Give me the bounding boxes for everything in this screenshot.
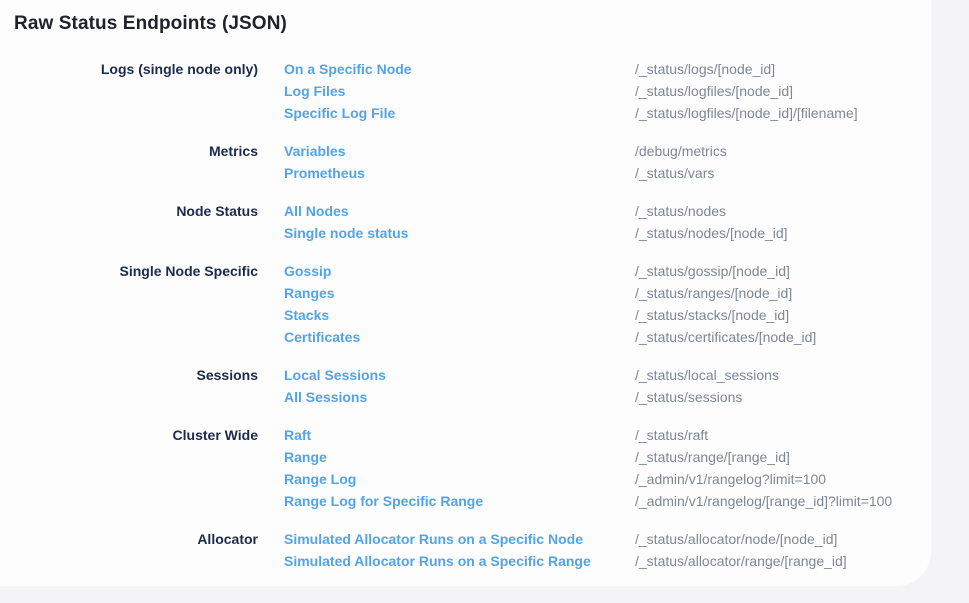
paths-column: /_status/raft/_status/range/[range_id]/_… [635, 424, 931, 512]
links-column: All NodesSingle node status [284, 200, 609, 244]
endpoint-groups: Logs (single node only) On a Specific Nod… [0, 58, 931, 572]
endpoint-path: /debug/metrics [635, 140, 931, 162]
endpoint-path: /_status/sessions [635, 386, 931, 408]
category-label: Node Status [0, 200, 258, 244]
links-column: On a Specific NodeLog FilesSpecific Log … [284, 58, 609, 124]
endpoint-link[interactable]: Range Log [284, 468, 609, 490]
category-label: Sessions [0, 364, 258, 408]
endpoint-link[interactable]: Variables [284, 140, 609, 162]
endpoint-path: /_admin/v1/rangelog/[range_id]?limit=100 [635, 490, 931, 512]
endpoint-link[interactable]: Range Log for Specific Range [284, 490, 609, 512]
endpoint-link[interactable]: Single node status [284, 222, 609, 244]
endpoint-path: /_status/logs/[node_id] [635, 58, 931, 80]
endpoint-path: /_admin/v1/rangelog?limit=100 [635, 468, 931, 490]
endpoint-link[interactable]: Specific Log File [284, 102, 609, 124]
endpoint-path: /_status/logfiles/[node_id]/[filename] [635, 102, 931, 124]
endpoint-group: Metrics VariablesPrometheus/debug/metrics… [0, 140, 931, 184]
endpoint-path: /_status/gossip/[node_id] [635, 260, 931, 282]
endpoint-path: /_status/allocator/node/[node_id] [635, 528, 931, 550]
paths-column: /_status/gossip/[node_id]/_status/ranges… [635, 260, 931, 348]
paths-column: /_status/nodes/_status/nodes/[node_id] [635, 200, 931, 244]
endpoint-path: /_status/nodes [635, 200, 931, 222]
raw-status-endpoints-panel: Raw Status Endpoints (JSON) Logs (single… [0, 0, 931, 586]
links-column: Local SessionsAll Sessions [284, 364, 609, 408]
endpoint-link[interactable]: Local Sessions [284, 364, 609, 386]
links-column: Simulated Allocator Runs on a Specific N… [284, 528, 609, 572]
endpoint-path: /_status/local_sessions [635, 364, 931, 386]
endpoint-group: Single Node Specific GossipRangesStacksCe… [0, 260, 931, 348]
endpoint-path: /_status/vars [635, 162, 931, 184]
endpoint-link[interactable]: Simulated Allocator Runs on a Specific N… [284, 528, 609, 550]
endpoint-path: /_status/raft [635, 424, 931, 446]
category-label: Cluster Wide [0, 424, 258, 512]
endpoint-group: Allocator Simulated Allocator Runs on a S… [0, 528, 931, 572]
endpoint-path: /_status/ranges/[node_id] [635, 282, 931, 304]
endpoint-link[interactable]: Gossip [284, 260, 609, 282]
endpoint-group: Node Status All NodesSingle node status /_… [0, 200, 931, 244]
endpoint-path: /_status/stacks/[node_id] [635, 304, 931, 326]
endpoint-link[interactable]: Log Files [284, 80, 609, 102]
endpoint-group: Cluster Wide RaftRangeRange LogRange Log … [0, 424, 931, 512]
paths-column: /_status/allocator/node/[node_id]/_statu… [635, 528, 931, 572]
endpoint-link[interactable]: Prometheus [284, 162, 609, 184]
category-label: Logs (single node only) [0, 58, 258, 124]
paths-column: /_status/local_sessions/_status/sessions [635, 364, 931, 408]
endpoint-link[interactable]: Range [284, 446, 609, 468]
endpoint-link[interactable]: On a Specific Node [284, 58, 609, 80]
endpoint-path: /_status/range/[range_id] [635, 446, 931, 468]
category-label: Metrics [0, 140, 258, 184]
endpoint-link[interactable]: Stacks [284, 304, 609, 326]
endpoint-path: /_status/nodes/[node_id] [635, 222, 931, 244]
endpoint-group: Logs (single node only) On a Specific Nod… [0, 58, 931, 124]
category-label: Single Node Specific [0, 260, 258, 348]
endpoint-link[interactable]: All Sessions [284, 386, 609, 408]
links-column: VariablesPrometheus [284, 140, 609, 184]
links-column: RaftRangeRange LogRange Log for Specific… [284, 424, 609, 512]
endpoint-link[interactable]: Simulated Allocator Runs on a Specific R… [284, 550, 609, 572]
endpoint-link[interactable]: All Nodes [284, 200, 609, 222]
endpoint-link[interactable]: Certificates [284, 326, 609, 348]
links-column: GossipRangesStacksCertificates [284, 260, 609, 348]
endpoint-path: /_status/logfiles/[node_id] [635, 80, 931, 102]
endpoint-path: /_status/certificates/[node_id] [635, 326, 931, 348]
endpoint-link[interactable]: Ranges [284, 282, 609, 304]
endpoint-path: /_status/allocator/range/[range_id] [635, 550, 931, 572]
category-label: Allocator [0, 528, 258, 572]
endpoint-link[interactable]: Raft [284, 424, 609, 446]
paths-column: /debug/metrics/_status/vars [635, 140, 931, 184]
paths-column: /_status/logs/[node_id]/_status/logfiles… [635, 58, 931, 124]
endpoint-group: Sessions Local SessionsAll Sessions /_stat… [0, 364, 931, 408]
page-title: Raw Status Endpoints (JSON) [14, 12, 931, 36]
